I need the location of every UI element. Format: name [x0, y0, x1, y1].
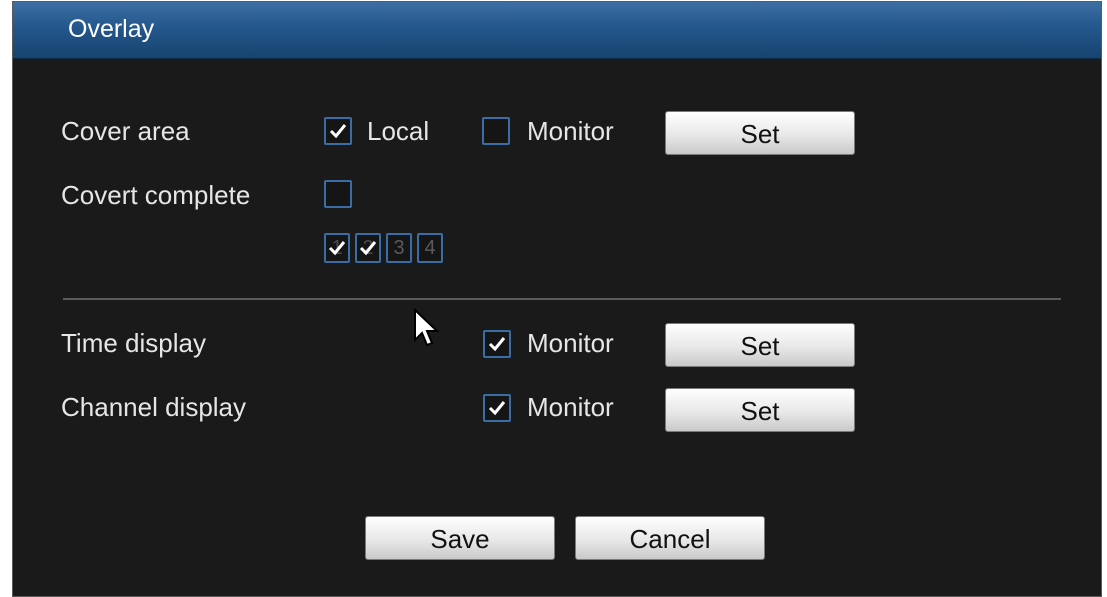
covert-complete-label: Covert complete [61, 180, 251, 210]
time-display-label: Time display [61, 328, 206, 358]
mouse-cursor-icon [414, 308, 440, 347]
channel-1-checkbox[interactable]: 1 [324, 233, 350, 263]
time-display-set-button[interactable]: Set [665, 323, 855, 367]
save-button[interactable]: Save [365, 516, 555, 560]
overlay-dialog: Overlay Cover area Local Monitor Set Cov… [12, 1, 1102, 597]
channel-display-label: Channel display [61, 392, 247, 422]
title-bar: Overlay [13, 2, 1101, 59]
channel-2-checkbox[interactable]: 2 [355, 233, 381, 263]
cancel-button[interactable]: Cancel [575, 516, 765, 560]
cover-area-monitor-checkbox[interactable] [482, 117, 510, 145]
channel-display-monitor-label: Monitor [527, 392, 614, 422]
checkmark-icon [359, 241, 377, 256]
cover-area-local-label: Local [367, 116, 430, 146]
checkmark-icon [488, 337, 506, 352]
cover-area-set-button[interactable]: Set [665, 111, 855, 155]
cover-area-label: Cover area [61, 116, 190, 146]
checkmark-icon [328, 241, 346, 256]
channel-4-checkbox[interactable]: 4 [417, 233, 443, 263]
cover-area-local-checkbox[interactable] [324, 117, 352, 145]
channel-3-number: 3 [393, 237, 405, 259]
channel-display-set-button[interactable]: Set [665, 388, 855, 432]
time-display-monitor-label: Monitor [527, 328, 614, 358]
channel-3-checkbox[interactable]: 3 [386, 233, 412, 263]
cover-area-monitor-label: Monitor [527, 116, 614, 146]
time-display-monitor-checkbox[interactable] [483, 330, 511, 358]
dialog-title: Overlay [68, 15, 155, 43]
channel-4-number: 4 [424, 237, 436, 259]
covert-complete-checkbox[interactable] [324, 180, 352, 208]
section-divider [63, 298, 1061, 300]
checkmark-icon [329, 124, 347, 139]
checkmark-icon [488, 401, 506, 416]
channel-display-monitor-checkbox[interactable] [483, 394, 511, 422]
